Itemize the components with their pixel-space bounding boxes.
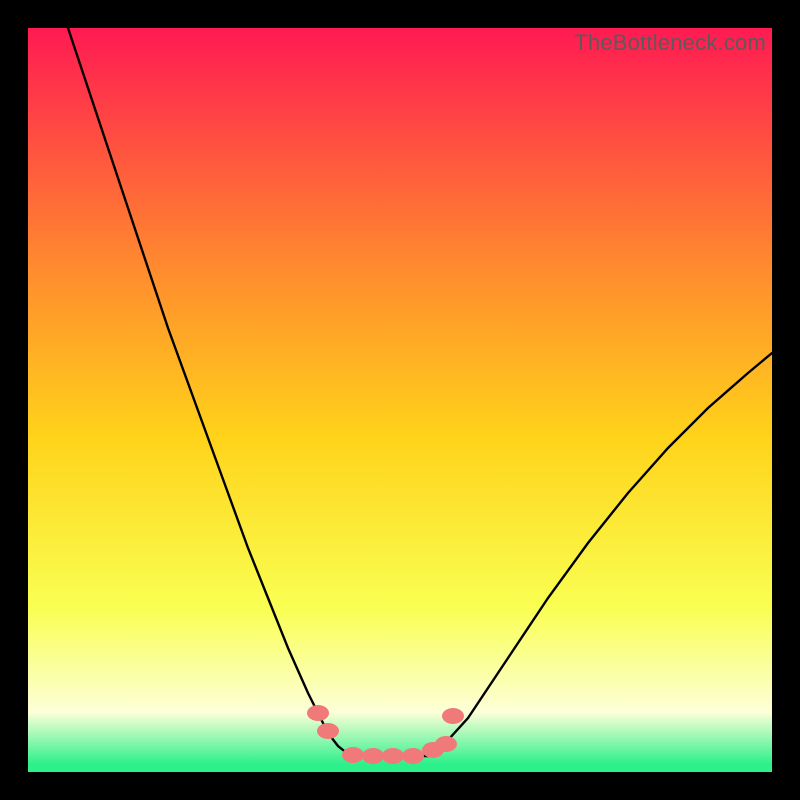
marker-point (342, 747, 364, 763)
marker-point (317, 723, 339, 739)
marker-point (362, 748, 384, 764)
plot-area (28, 28, 772, 772)
marker-point (382, 748, 404, 764)
chart-curves (28, 28, 772, 772)
highlight-markers (307, 705, 464, 764)
marker-point (435, 736, 457, 752)
left-curve (68, 28, 358, 756)
chart-frame: TheBottleneck.com (0, 0, 800, 800)
marker-point (307, 705, 329, 721)
marker-point (442, 708, 464, 724)
watermark-text: TheBottleneck.com (574, 30, 766, 56)
right-curve (428, 353, 772, 756)
marker-point (402, 748, 424, 764)
